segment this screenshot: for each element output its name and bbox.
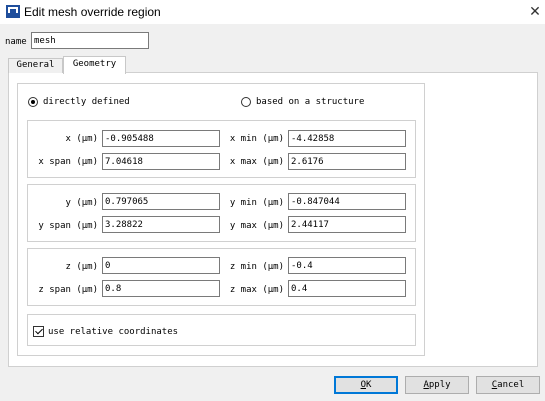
- x-span-label: x span (μm): [38, 157, 98, 167]
- z-min-input[interactable]: [288, 257, 406, 274]
- apply-button[interactable]: Apply: [405, 376, 469, 394]
- tab-general[interactable]: General: [8, 58, 63, 73]
- relative-coordinates-checkbox[interactable]: use relative coordinates: [33, 325, 178, 339]
- x-max-label: x max (μm): [229, 157, 284, 167]
- radio-based-on-structure[interactable]: based on a structure: [241, 95, 364, 109]
- radio-unselected-icon: [241, 96, 251, 107]
- radio-based-on-structure-label: based on a structure: [256, 97, 365, 107]
- name-label: name: [5, 37, 27, 47]
- z-max-input[interactable]: [288, 280, 406, 297]
- cancel-button[interactable]: Cancel: [476, 376, 540, 394]
- y-max-input[interactable]: [288, 216, 406, 233]
- app-icon: [6, 5, 20, 18]
- ok-button[interactable]: OK: [334, 376, 398, 394]
- z-max-label: z max (μm): [229, 285, 284, 295]
- radio-selected-icon: [28, 96, 38, 107]
- y-max-label: y max (μm): [229, 221, 284, 231]
- cancel-label-rest: ancel: [497, 380, 525, 390]
- relative-coordinates-label: use relative coordinates: [48, 327, 179, 337]
- x-min-input[interactable]: [288, 130, 406, 147]
- y-span-label: y span (μm): [38, 221, 98, 231]
- checkbox-checked-icon: [33, 326, 44, 337]
- ok-label-rest: K: [366, 380, 372, 390]
- x-min-label: x min (μm): [229, 134, 284, 144]
- radio-directly-defined-label: directly defined: [43, 97, 130, 107]
- y-min-label: y min (μm): [229, 198, 284, 208]
- x-max-input[interactable]: [288, 153, 406, 170]
- y-center-label: y (μm): [65, 198, 98, 208]
- z-span-label: z span (μm): [38, 285, 98, 295]
- z-min-label: z min (μm): [229, 262, 284, 272]
- name-input[interactable]: [31, 32, 149, 49]
- window-title: Edit mesh override region: [24, 5, 161, 19]
- tab-geometry[interactable]: Geometry: [63, 56, 126, 74]
- y-min-input[interactable]: [288, 193, 406, 210]
- close-icon[interactable]: ✕: [526, 2, 544, 20]
- z-center-label: z (μm): [65, 262, 98, 272]
- radio-directly-defined[interactable]: directly defined: [28, 95, 130, 109]
- x-center-label: x (μm): [65, 134, 98, 144]
- apply-label-rest: pply: [428, 380, 451, 390]
